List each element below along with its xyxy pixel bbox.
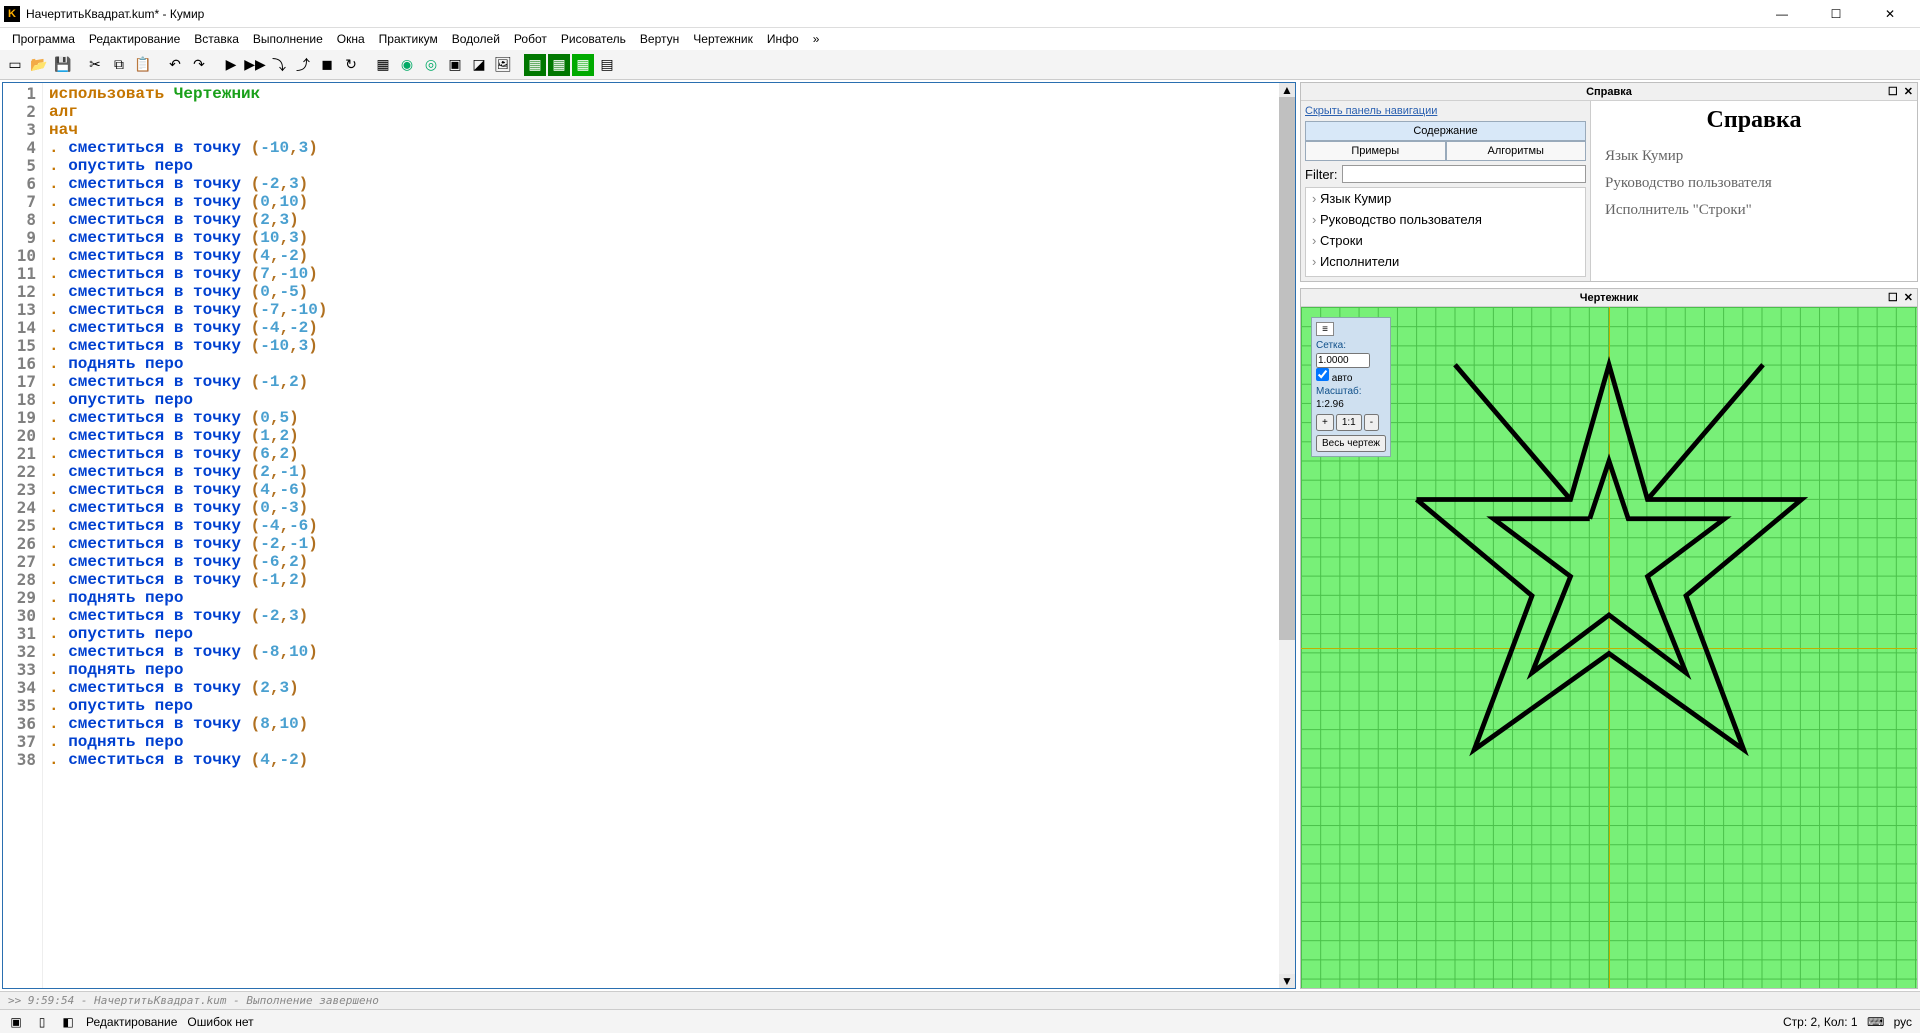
status-icon-b[interactable]: ▯ (34, 1014, 50, 1030)
grid-input[interactable] (1316, 353, 1370, 368)
zoom-reset-button[interactable]: 1:1 (1336, 414, 1362, 431)
filter-label: Filter: (1305, 167, 1338, 182)
filter-input[interactable] (1342, 165, 1587, 183)
draw-controls: ≡ Сетка: авто Масштаб: 1:2.96 + 1:1 - Ве… (1311, 317, 1391, 457)
help-content-title: Справка (1605, 107, 1903, 134)
status-icon-a[interactable]: ▣ (8, 1014, 24, 1030)
step-icon[interactable]: ▶▶ (244, 54, 266, 76)
tool-i-icon[interactable]: ▦ (572, 54, 594, 76)
help-panel-title: Справка (1586, 86, 1632, 98)
menu-Окна[interactable]: Окна (331, 30, 371, 48)
close-button[interactable]: ✕ (1872, 2, 1908, 26)
zoom-in-button[interactable]: + (1316, 414, 1334, 431)
hide-nav-link[interactable]: Скрыть панель навигации (1305, 105, 1586, 117)
help-link[interactable]: Руководство пользователя (1605, 175, 1903, 192)
menu-Вставка[interactable]: Вставка (188, 30, 245, 48)
line-gutter: 1234567891011121314151617181920212223242… (3, 83, 43, 988)
run-icon[interactable]: ▶ (220, 54, 242, 76)
scale-value: 1:2.96 (1316, 399, 1344, 410)
menu-Рисователь[interactable]: Рисователь (555, 30, 632, 48)
tool-d-icon[interactable]: ▣ (444, 54, 466, 76)
menu-Водолей[interactable]: Водолей (446, 30, 506, 48)
status-pos: Стр: 2, Кол: 1 (1783, 1015, 1858, 1029)
code-editor[interactable]: 1234567891011121314151617181920212223242… (2, 82, 1296, 989)
menu-»[interactable]: » (807, 30, 826, 48)
tool-c-icon[interactable]: ◎ (420, 54, 442, 76)
copy-icon[interactable]: ⧉ (108, 54, 130, 76)
window-title: НачертитьКвадрат.kum* - Кумир (26, 7, 1764, 21)
help-link[interactable]: Исполнитель "Строки" (1605, 202, 1903, 219)
menu-Чертежник[interactable]: Чертежник (687, 30, 759, 48)
status-icon-c[interactable]: ◧ (60, 1014, 76, 1030)
step-over-icon[interactable]: ⤴ (292, 54, 314, 76)
tree-item[interactable]: Исполнители (1306, 251, 1585, 272)
auto-checkbox[interactable] (1316, 368, 1329, 381)
draw-close-icon[interactable]: ✕ (1904, 291, 1913, 304)
paste-icon[interactable]: 📋 (132, 54, 154, 76)
step-into-icon[interactable]: ⤵ (268, 54, 290, 76)
menu-Программа[interactable]: Программа (6, 30, 81, 48)
tree-item[interactable]: Руководство пользователя (1306, 209, 1585, 230)
maximize-button[interactable]: ☐ (1818, 2, 1854, 26)
menu-Инфо[interactable]: Инфо (761, 30, 805, 48)
tab-content[interactable]: Содержание (1305, 121, 1586, 141)
save-icon[interactable]: 💾 (52, 54, 74, 76)
tab-examples[interactable]: Примеры (1305, 141, 1446, 161)
help-content: Справка Язык Кумир Руководство пользовате… (1591, 101, 1917, 281)
fit-button[interactable]: Весь чертеж (1316, 435, 1386, 452)
tree-item[interactable]: Строки (1306, 230, 1585, 251)
console: >> 9:59:54 - НачертитьКвадрат.kum - Выпо… (0, 991, 1920, 1009)
scale-label: Масштаб: (1316, 386, 1386, 397)
help-maximize-icon[interactable]: ☐ (1888, 85, 1898, 98)
menu-Вертун[interactable]: Вертун (634, 30, 685, 48)
titlebar: K НачертитьКвадрат.kum* - Кумир — ☐ ✕ (0, 0, 1920, 28)
menu-Выполнение[interactable]: Выполнение (247, 30, 329, 48)
tool-f-icon[interactable]: 🖼 (492, 54, 514, 76)
menu-Практикум[interactable]: Практикум (373, 30, 444, 48)
menu-Редактирование[interactable]: Редактирование (83, 30, 186, 48)
draw-panel-title: Чертежник (1580, 292, 1639, 304)
open-icon[interactable]: 📂 (28, 54, 50, 76)
grid-label: Сетка: (1316, 340, 1386, 351)
minimize-button[interactable]: — (1764, 2, 1800, 26)
editor-scrollbar[interactable]: ▲ ▼ (1279, 83, 1295, 988)
loop-icon[interactable]: ↻ (340, 54, 362, 76)
redo-icon[interactable]: ↷ (188, 54, 210, 76)
status-lang: рус (1894, 1015, 1912, 1029)
tool-a-icon[interactable]: ▦ (372, 54, 394, 76)
tool-j-icon[interactable]: ▤ (596, 54, 618, 76)
new-icon[interactable]: ▭ (4, 54, 26, 76)
tree-item[interactable]: Язык Кумир (1306, 188, 1585, 209)
help-tree[interactable]: Язык КумирРуководство пользователяСтроки… (1305, 187, 1586, 277)
help-close-icon[interactable]: ✕ (1904, 85, 1913, 98)
keyboard-icon[interactable]: ⌨ (1868, 1014, 1884, 1030)
app-icon: K (4, 6, 20, 22)
help-link[interactable]: Язык Кумир (1605, 148, 1903, 165)
undo-icon[interactable]: ↶ (164, 54, 186, 76)
tool-g-icon[interactable]: ▦ (524, 54, 546, 76)
draw-canvas[interactable]: ≡ Сетка: авто Масштаб: 1:2.96 + 1:1 - Ве… (1301, 307, 1917, 988)
toolbar: ▭ 📂 💾 ✂ ⧉ 📋 ↶ ↷ ▶ ▶▶ ⤵ ⤴ ◼ ↻ ▦ ◉ ◎ ▣ ◪ 🖼… (0, 50, 1920, 80)
tool-h-icon[interactable]: ▦ (548, 54, 570, 76)
tool-e-icon[interactable]: ◪ (468, 54, 490, 76)
statusbar: ▣ ▯ ◧ Редактирование Ошибок нет Стр: 2, … (0, 1009, 1920, 1033)
help-panel: Справка ☐ ✕ Скрыть панель навигации Соде… (1300, 82, 1918, 282)
tab-algorithms[interactable]: Алгоритмы (1446, 141, 1587, 161)
code-area[interactable]: использовать Чертежникалгнач. сместиться… (43, 83, 1279, 988)
stop-icon[interactable]: ◼ (316, 54, 338, 76)
zoom-out-button[interactable]: - (1364, 414, 1379, 431)
cut-icon[interactable]: ✂ (84, 54, 106, 76)
status-errors: Ошибок нет (187, 1015, 253, 1029)
status-mode: Редактирование (86, 1015, 177, 1029)
tool-b-icon[interactable]: ◉ (396, 54, 418, 76)
draw-panel: Чертежник ☐ ✕ ≡ Сетка: авто (1300, 288, 1918, 989)
draw-menu-icon[interactable]: ≡ (1316, 322, 1334, 336)
auto-label: авто (1332, 373, 1353, 384)
draw-maximize-icon[interactable]: ☐ (1888, 291, 1898, 304)
menu-Робот[interactable]: Робот (508, 30, 553, 48)
menubar: ПрограммаРедактированиеВставкаВыполнение… (0, 28, 1920, 50)
